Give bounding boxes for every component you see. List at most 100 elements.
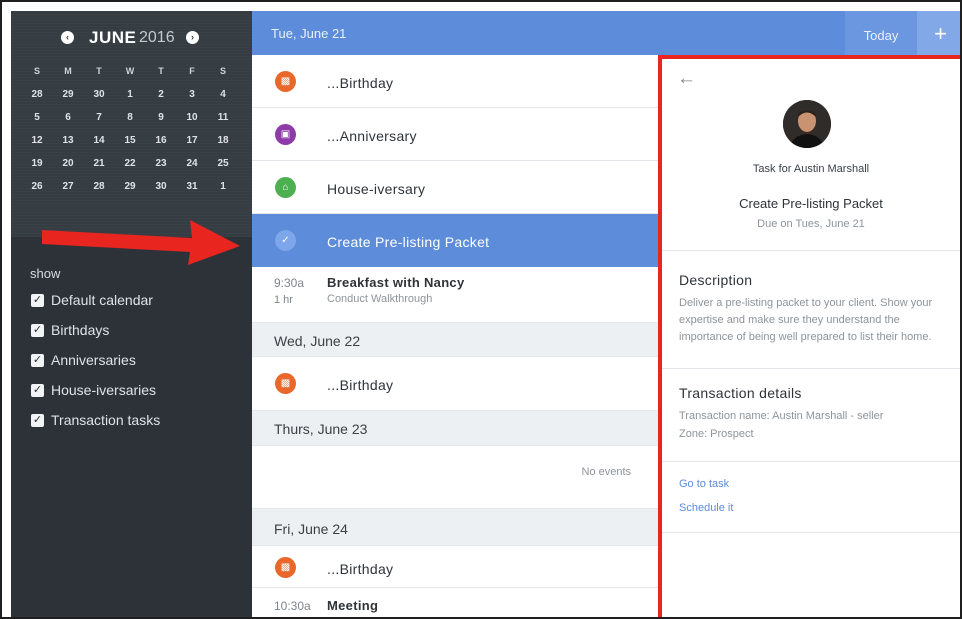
year-label: 2016 [139,29,175,46]
go-to-task-link[interactable]: Go to task [679,478,729,490]
filter-houseiversaries[interactable]: ✓ House-iversaries [31,381,246,401]
transaction-heading: Transaction details [679,385,802,401]
weekday-label: W [125,66,135,76]
weekday-label: F [189,66,195,76]
calendar-day[interactable]: 26 [28,181,46,192]
schedule-it-link[interactable]: Schedule it [679,502,733,514]
list-item[interactable]: ▣ ...Anniversary [252,108,658,161]
event-title: ...Birthday [327,75,394,91]
calendar-day[interactable]: 23 [152,158,170,169]
filter-default-calendar[interactable]: ✓ Default calendar [31,291,246,311]
calendar-day[interactable]: 30 [152,181,170,192]
checkbox-checked-icon[interactable]: ✓ [31,324,44,337]
calendar-day[interactable]: 17 [183,135,201,146]
calendar-day[interactable]: 28 [90,181,108,192]
event-duration: 1 hr [274,294,293,306]
gift-icon: ▣ [275,124,296,145]
list-item[interactable]: ▩ ...Birthday [252,55,658,108]
day-header: Fri, June 24 [252,509,658,546]
mini-calendar: ‹ JUNE 2016 › S M T W T F S 28 29 30 1 2… [11,11,252,237]
calendar-day[interactable]: 6 [59,112,77,123]
event-subtitle: Conduct Walkthrough [327,293,433,305]
checkbox-checked-icon[interactable]: ✓ [31,384,44,397]
filter-anniversaries[interactable]: ✓ Anniversaries [31,351,246,371]
calendar-day[interactable]: 25 [214,158,232,169]
weekday-label: M [64,66,72,76]
calendar-day[interactable]: 28 [28,89,46,100]
back-arrow-icon[interactable]: ← [677,68,696,90]
today-button[interactable]: Today [845,11,917,55]
calendar-day[interactable]: 7 [90,112,108,123]
calendar-day[interactable]: 18 [214,135,232,146]
calendar-day[interactable]: 4 [214,89,232,100]
calendar-header: ‹ JUNE 2016 › [11,25,252,51]
list-item[interactable]: ▩ ...Birthday [252,546,658,588]
checkbox-checked-icon[interactable]: ✓ [31,354,44,367]
day-header-label: Thurs, June 23 [274,421,368,437]
calendar-day[interactable]: 30 [90,89,108,100]
week-row: 5 6 7 8 9 10 11 [28,112,242,130]
checklist-icon: ✓ [275,230,296,251]
calendar-day[interactable]: 16 [152,135,170,146]
calendar-day[interactable]: 13 [59,135,77,146]
calendar-day[interactable]: 1 [214,181,232,192]
calendar-day[interactable]: 3 [183,89,201,100]
house-icon: ⌂ [275,177,296,198]
calendar-day[interactable]: 9 [152,112,170,123]
divider [662,368,960,369]
calendar-day[interactable]: 11 [214,112,232,123]
task-detail-panel: ← Task for Austin Marshall Create Pre-li… [658,55,960,617]
calendar-day[interactable]: 15 [121,135,139,146]
list-item[interactable]: ⌂ House-iversary [252,161,658,214]
list-item: No events [252,446,658,509]
calendar-day[interactable]: 10 [183,112,201,123]
weekday-label: S [33,66,40,76]
calendar-day[interactable]: 29 [121,181,139,192]
show-label: show [30,266,61,281]
transaction-zone: Zone: Prospect [679,428,754,440]
calendar-day[interactable]: 22 [121,158,139,169]
add-button[interactable]: + [917,11,960,55]
checkbox-checked-icon[interactable]: ✓ [31,294,44,307]
list-item[interactable]: 10:30a Meeting [252,588,658,617]
event-title: ...Anniversary [327,128,417,144]
calendar-day[interactable]: 1 [121,89,139,100]
calendar-day[interactable]: 29 [59,89,77,100]
calendar-day[interactable]: 21 [90,158,108,169]
cake-icon: ▩ [275,71,296,92]
annotation-arrow-icon [42,220,240,265]
calendar-day[interactable]: 19 [28,158,46,169]
day-header: Thurs, June 23 [252,411,658,446]
calendar-day[interactable]: 27 [59,181,77,192]
cake-icon: ▩ [275,373,296,394]
divider [662,250,960,251]
transaction-name: Transaction name: Austin Marshall - sell… [679,410,884,422]
event-title: Breakfast with Nancy [327,275,465,290]
filter-label: Birthdays [51,322,110,338]
filter-label: Default calendar [51,292,153,308]
list-item-selected[interactable]: ✓ Create Pre-listing Packet [252,214,658,267]
event-title: ...Birthday [327,561,394,577]
list-item[interactable]: 9:30a 1 hr Breakfast with Nancy Conduct … [252,267,658,323]
list-item[interactable]: ▩ ...Birthday [252,357,658,411]
calendar-day[interactable]: 12 [28,135,46,146]
filter-label: Transaction tasks [51,412,161,428]
chevron-left-icon[interactable]: ‹ [61,31,74,44]
calendar-day[interactable]: 20 [59,158,77,169]
description-text: Deliver a pre-listing packet to your cli… [679,297,933,343]
chevron-right-icon[interactable]: › [186,31,199,44]
day-header: Wed, June 22 [252,323,658,357]
calendar-day[interactable]: 31 [183,181,201,192]
filter-birthdays[interactable]: ✓ Birthdays [31,321,246,341]
calendar-day[interactable]: 2 [152,89,170,100]
selected-date: Tue, June 21 [271,26,347,41]
filter-transaction-tasks[interactable]: ✓ Transaction tasks [31,411,246,431]
checkbox-checked-icon[interactable]: ✓ [31,414,44,427]
calendar-day[interactable]: 24 [183,158,201,169]
divider [662,461,960,462]
month-label: JUNE [89,28,137,47]
calendar-day[interactable]: 8 [121,112,139,123]
filter-label: House-iversaries [51,382,157,398]
calendar-day[interactable]: 14 [90,135,108,146]
calendar-day[interactable]: 5 [28,112,46,123]
